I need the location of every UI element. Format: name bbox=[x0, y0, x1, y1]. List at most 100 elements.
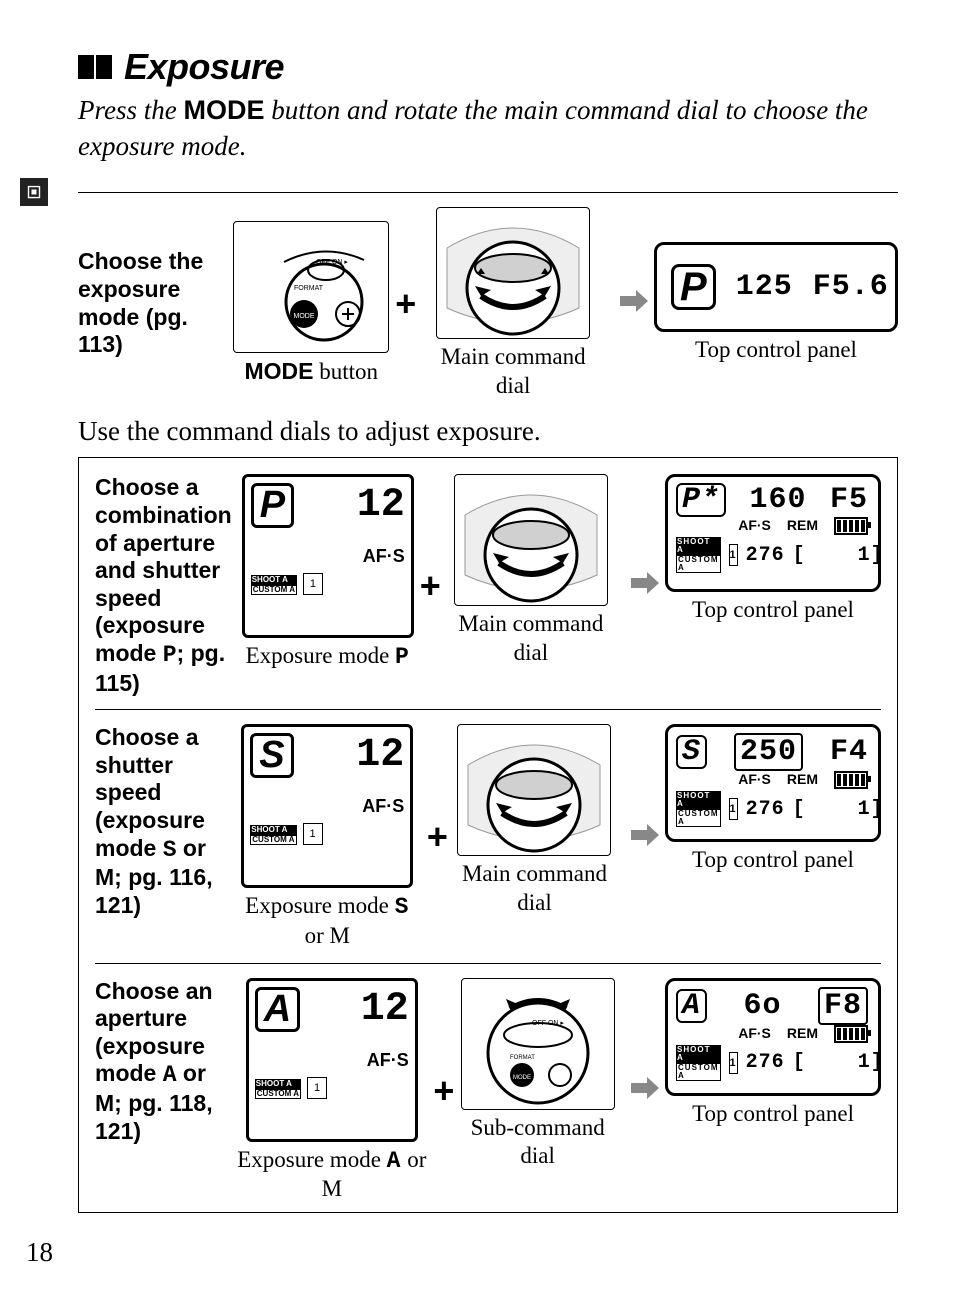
lcd-af: AF·S bbox=[738, 1025, 771, 1043]
panel-af: AF·S bbox=[251, 546, 405, 567]
dial-illustration bbox=[457, 724, 611, 856]
instruction-row-mode: Choose the exposure mode (pg. 113) MODE … bbox=[78, 207, 898, 401]
lcd-rem: REM bbox=[787, 517, 818, 535]
arrow-icon bbox=[615, 566, 665, 605]
lcd-shutter: 125 bbox=[736, 270, 793, 304]
top-panel-lcd-full: S 250 F4 AF·S REM SHOOT A CUSTOM A 1 276 bbox=[665, 724, 881, 842]
lcd-rem: REM bbox=[787, 771, 818, 789]
plus-icon: + bbox=[414, 565, 447, 607]
caption: Sub-command dial bbox=[460, 1114, 615, 1172]
mid-text: Use the command dials to adjust exposure… bbox=[78, 416, 898, 447]
caption: Top control panel bbox=[692, 846, 854, 875]
panel-mode-letter: P bbox=[251, 483, 294, 528]
caption: Main command dial bbox=[454, 860, 615, 918]
shoot-custom-badge: SHOOT A CUSTOM A bbox=[676, 537, 721, 573]
caption: Exposure mode P bbox=[246, 642, 410, 672]
shoot-custom-badge: SHOOT A CUSTOM A bbox=[676, 1045, 721, 1081]
divider bbox=[95, 963, 881, 964]
lcd-shutter: 6o bbox=[744, 989, 782, 1023]
panel-mode-letter: A bbox=[255, 987, 300, 1032]
instruction-row: Choose a shutter speed (exposure mode S … bbox=[95, 724, 881, 951]
shoot-custom-badge: SHOOT A CUSTOM A bbox=[255, 1079, 301, 1099]
instruction-box: Choose a combination of aperture and shu… bbox=[78, 457, 898, 1213]
memory-card-icon: 1 bbox=[307, 1077, 327, 1099]
main-dial-illustration bbox=[436, 207, 590, 339]
panel-af: AF·S bbox=[255, 1050, 409, 1071]
exposure-mode-panel: A 12 AF·S SHOOT A CUSTOM A 1 bbox=[246, 978, 418, 1142]
memory-card-icon: 1 bbox=[729, 798, 738, 820]
battery-icon bbox=[834, 1025, 868, 1043]
section-title: Exposure bbox=[124, 46, 284, 88]
row-description: Choose a combination of aperture and shu… bbox=[95, 474, 242, 697]
caption: Top control panel bbox=[692, 1100, 854, 1129]
top-panel-lcd-full: A 6o F8 AF·S REM SHOOT A CUSTOM A 1 276 bbox=[665, 978, 881, 1096]
panel-mode-letter: S bbox=[250, 733, 293, 778]
plus-icon: + bbox=[421, 816, 454, 858]
instruction-row: Choose an aperture (exposure mode A or M… bbox=[95, 978, 881, 1205]
lcd-shutter: 160 bbox=[749, 483, 806, 517]
caption: Main command dial bbox=[422, 343, 604, 401]
panel-number: 12 bbox=[361, 987, 409, 1032]
lcd-mode: P* bbox=[676, 483, 726, 517]
lcd-count: 276 bbox=[746, 1051, 785, 1074]
svg-text:OFF ON ▸: OFF ON ▸ bbox=[316, 259, 348, 266]
shoot-custom-badge: SHOOT A CUSTOM A bbox=[251, 575, 297, 595]
panel-number: 12 bbox=[357, 483, 405, 528]
lcd-aperture: F4 bbox=[830, 735, 868, 769]
memory-card-icon: 1 bbox=[303, 573, 323, 595]
svg-text:MODE: MODE bbox=[513, 1075, 531, 1081]
lcd-aperture: F5.6 bbox=[813, 270, 889, 304]
row-description: Choose the exposure mode (pg. 113) bbox=[78, 248, 233, 358]
mode-button-illustration: MODE FORMAT OFF ON ▸ bbox=[233, 221, 389, 353]
lcd-mode: S bbox=[676, 735, 707, 769]
caption: Main command dial bbox=[447, 610, 615, 668]
top-panel-lcd: P 125 F5.6 bbox=[654, 242, 898, 332]
divider bbox=[78, 192, 898, 193]
section-tab-icon bbox=[20, 178, 48, 206]
battery-icon bbox=[834, 771, 868, 789]
arrow-icon bbox=[615, 818, 665, 857]
lcd-mode: A bbox=[676, 989, 707, 1023]
lcd-af: AF·S bbox=[738, 517, 771, 535]
lcd-count: 276 bbox=[746, 544, 785, 567]
lcd-mode: P bbox=[671, 264, 716, 310]
bracket-frames: [ 1] bbox=[793, 1051, 884, 1074]
page-number: 18 bbox=[26, 1237, 53, 1268]
shoot-custom-badge: SHOOT A CUSTOM A bbox=[250, 825, 296, 845]
caption: MODE button bbox=[244, 357, 378, 387]
lcd-af: AF·S bbox=[738, 771, 771, 789]
dial-illustration bbox=[454, 474, 608, 606]
exposure-mode-panel: S 12 AF·S SHOOT A CUSTOM A 1 bbox=[241, 724, 413, 888]
svg-text:MODE: MODE bbox=[294, 313, 315, 320]
plus-icon: + bbox=[389, 283, 422, 325]
section-heading: Exposure bbox=[78, 46, 898, 88]
memory-card-icon: 1 bbox=[303, 823, 323, 845]
arrow-icon bbox=[615, 1071, 665, 1110]
lcd-aperture: F5 bbox=[830, 483, 868, 517]
heading-marker-icon bbox=[78, 55, 114, 79]
caption: Exposure mode A or M bbox=[236, 1146, 427, 1205]
caption: Top control panel bbox=[695, 336, 857, 365]
dial-illustration: MODE OFF ON ▸ FORMAT bbox=[461, 978, 615, 1110]
caption: Exposure mode S or M bbox=[234, 892, 421, 951]
plus-icon: + bbox=[427, 1070, 460, 1112]
svg-text:OFF ON ▸: OFF ON ▸ bbox=[532, 1020, 564, 1027]
intro-text: Press the MODE button and rotate the mai… bbox=[78, 92, 898, 165]
panel-af: AF·S bbox=[250, 796, 404, 817]
top-panel-lcd-full: P* 160 F5 AF·S REM SHOOT A CUSTOM A 1 27… bbox=[665, 474, 881, 592]
lcd-shutter: 250 bbox=[734, 733, 803, 771]
row-description: Choose a shutter speed (exposure mode S … bbox=[95, 724, 234, 919]
svg-text:FORMAT: FORMAT bbox=[294, 285, 324, 292]
panel-number: 12 bbox=[356, 733, 404, 778]
lcd-count: 276 bbox=[746, 798, 785, 821]
lcd-rem: REM bbox=[787, 1025, 818, 1043]
arrow-icon bbox=[604, 284, 654, 323]
row-description: Choose an aperture (exposure mode A or M… bbox=[95, 978, 236, 1146]
memory-card-icon: 1 bbox=[729, 1052, 738, 1074]
exposure-mode-panel: P 12 AF·S SHOOT A CUSTOM A 1 bbox=[242, 474, 414, 638]
battery-icon bbox=[834, 517, 868, 535]
bracket-frames: [ 1] bbox=[793, 544, 884, 567]
instruction-row: Choose a combination of aperture and shu… bbox=[95, 474, 881, 697]
shoot-custom-badge: SHOOT A CUSTOM A bbox=[676, 791, 721, 827]
svg-text:FORMAT: FORMAT bbox=[510, 1055, 535, 1061]
